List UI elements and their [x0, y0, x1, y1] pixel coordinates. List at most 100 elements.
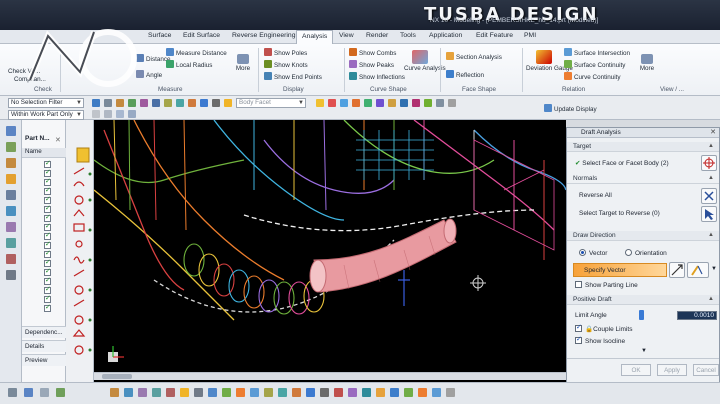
constraint-navigator-icon[interactable] — [6, 142, 16, 152]
reflection-button[interactable]: Reflection — [446, 70, 484, 79]
tab-render[interactable]: Render — [366, 32, 388, 39]
material-icon[interactable] — [404, 388, 413, 397]
hd3d-tools-icon[interactable] — [6, 190, 16, 200]
lighting-icon[interactable] — [390, 388, 399, 397]
feature-visibility-checkbox[interactable] — [44, 231, 51, 240]
grid-icon[interactable] — [56, 388, 65, 397]
show-end-points-button[interactable]: Show End Points — [264, 72, 322, 81]
right-view-icon[interactable] — [278, 388, 287, 397]
highlight-icon[interactable] — [224, 99, 232, 107]
select-target-button[interactable] — [701, 206, 717, 222]
scrollbar-thumb[interactable] — [102, 374, 132, 379]
tab-view[interactable]: View — [339, 32, 354, 39]
feature-visibility-checkbox[interactable] — [44, 276, 51, 285]
couple-limits-checkbox[interactable]: 🔒Couple Limits — [575, 323, 632, 333]
section-view-icon[interactable] — [292, 388, 301, 397]
surface-intersection-button[interactable]: Surface Intersection — [564, 48, 630, 57]
layer-icon[interactable] — [24, 388, 33, 397]
tab-analysis[interactable]: Analysis — [296, 30, 334, 44]
local-radius-button[interactable]: Local Radius — [166, 60, 212, 69]
body-facet-dropdown[interactable]: Body Facet ▼ — [236, 98, 306, 108]
clear-icon[interactable] — [448, 99, 456, 107]
render-icon[interactable] — [110, 388, 119, 397]
zoom-icon[interactable] — [104, 110, 112, 118]
relation-more-button[interactable]: More — [636, 54, 658, 72]
orientation-radio[interactable]: Orientation — [625, 249, 667, 257]
web-browser-icon[interactable] — [6, 206, 16, 216]
component-icon[interactable] — [176, 99, 184, 107]
top-view-icon[interactable] — [250, 388, 259, 397]
apply-button[interactable]: Apply — [657, 364, 687, 376]
part-navigator-icon[interactable] — [6, 158, 16, 168]
feature-visibility-checkbox[interactable] — [44, 285, 51, 294]
graphics-viewport[interactable] — [94, 120, 566, 382]
preferences-icon[interactable] — [446, 388, 455, 397]
limit-angle-input[interactable]: 0.0010 — [677, 311, 717, 320]
front-view-icon[interactable] — [264, 388, 273, 397]
feature-visibility-checkbox[interactable] — [44, 195, 51, 204]
wcs-icon[interactable] — [40, 388, 49, 397]
invert-icon[interactable] — [320, 388, 329, 397]
history-icon[interactable] — [6, 222, 16, 232]
end-point-icon[interactable] — [328, 99, 336, 107]
feature-visibility-checkbox[interactable] — [44, 267, 51, 276]
intersection-icon[interactable] — [364, 99, 372, 107]
chevron-down-icon[interactable]: ▼ — [641, 348, 647, 354]
measure-distance-button[interactable]: Measure Distance — [166, 48, 227, 57]
show-isocline-checkbox[interactable]: Show Isocline — [575, 335, 625, 345]
isometric-icon[interactable] — [236, 388, 245, 397]
feature-visibility-checkbox[interactable] — [44, 249, 51, 258]
reverse-all-button[interactable] — [701, 188, 717, 204]
tab-application[interactable]: Application — [429, 32, 462, 39]
curve-analysis-button[interactable]: Curve Analysis — [404, 50, 446, 72]
feature-visibility-checkbox[interactable] — [44, 294, 51, 303]
feature-visibility-checkbox[interactable] — [44, 186, 51, 195]
roles-icon[interactable] — [6, 254, 16, 264]
show-peaks-button[interactable]: Show Peaks — [349, 60, 394, 69]
pan-icon[interactable] — [128, 110, 136, 118]
rotate-icon[interactable] — [194, 388, 203, 397]
tab-edit-feature[interactable]: Edit Feature — [476, 32, 513, 39]
details-panel[interactable]: Details — [22, 340, 66, 352]
limit-angle-slider[interactable] — [639, 310, 644, 320]
target-section-header[interactable]: Target ▲ — [567, 142, 719, 152]
cancel-button[interactable]: Cancel — [693, 364, 719, 376]
tab-tools[interactable]: Tools — [400, 32, 416, 39]
reuse-library-icon[interactable] — [6, 174, 16, 184]
existing-point-icon[interactable] — [400, 99, 408, 107]
feature-visibility-checkbox[interactable] — [44, 159, 51, 168]
tab-edit-surface[interactable]: Edit Surface — [183, 32, 220, 39]
positive-draft-section-header[interactable]: Positive Draft ▲ — [567, 295, 719, 305]
select-face-row[interactable]: ✔ Select Face or Facet Body (2) — [575, 159, 669, 167]
zoom-icon[interactable] — [180, 388, 189, 397]
feature-visibility-checkbox[interactable] — [44, 222, 51, 231]
measure-more-button[interactable]: More — [232, 54, 254, 72]
quadrant-icon[interactable] — [388, 99, 396, 107]
face-icon[interactable] — [152, 99, 160, 107]
wireframe-icon[interactable] — [138, 388, 147, 397]
scope-dropdown[interactable]: Within Work Part Only ▼ — [8, 110, 84, 120]
normals-subsection[interactable]: Normals ▲ — [567, 174, 719, 184]
feature-visibility-checkbox[interactable] — [44, 213, 51, 222]
point-snap-icon[interactable] — [316, 99, 324, 107]
draw-direction-section-header[interactable]: Draw Direction ▲ — [567, 231, 719, 241]
feature-visibility-checkbox[interactable] — [44, 303, 51, 312]
feature-visibility-checkbox[interactable] — [44, 240, 51, 249]
perspective-icon[interactable] — [432, 388, 441, 397]
feature-visibility-checkbox[interactable] — [44, 258, 51, 267]
point-on-face-icon[interactable] — [424, 99, 432, 107]
snapshot-icon[interactable] — [348, 388, 357, 397]
process-studio-icon[interactable] — [6, 238, 16, 248]
system-scenes-icon[interactable] — [6, 270, 16, 280]
background-icon[interactable] — [376, 388, 385, 397]
assembly-navigator-icon[interactable] — [6, 126, 16, 136]
update-display-button[interactable]: Update Display — [544, 104, 597, 113]
control-point-icon[interactable] — [352, 99, 360, 107]
select-face-button[interactable] — [701, 155, 717, 171]
datum-icon[interactable] — [212, 99, 220, 107]
feature-visibility-checkbox[interactable] — [44, 168, 51, 177]
edge-icon[interactable] — [188, 99, 196, 107]
tab-reverse-engineering[interactable]: Reverse Engineering — [232, 32, 295, 39]
arc-center-icon[interactable] — [376, 99, 384, 107]
select-icon[interactable] — [116, 99, 124, 107]
